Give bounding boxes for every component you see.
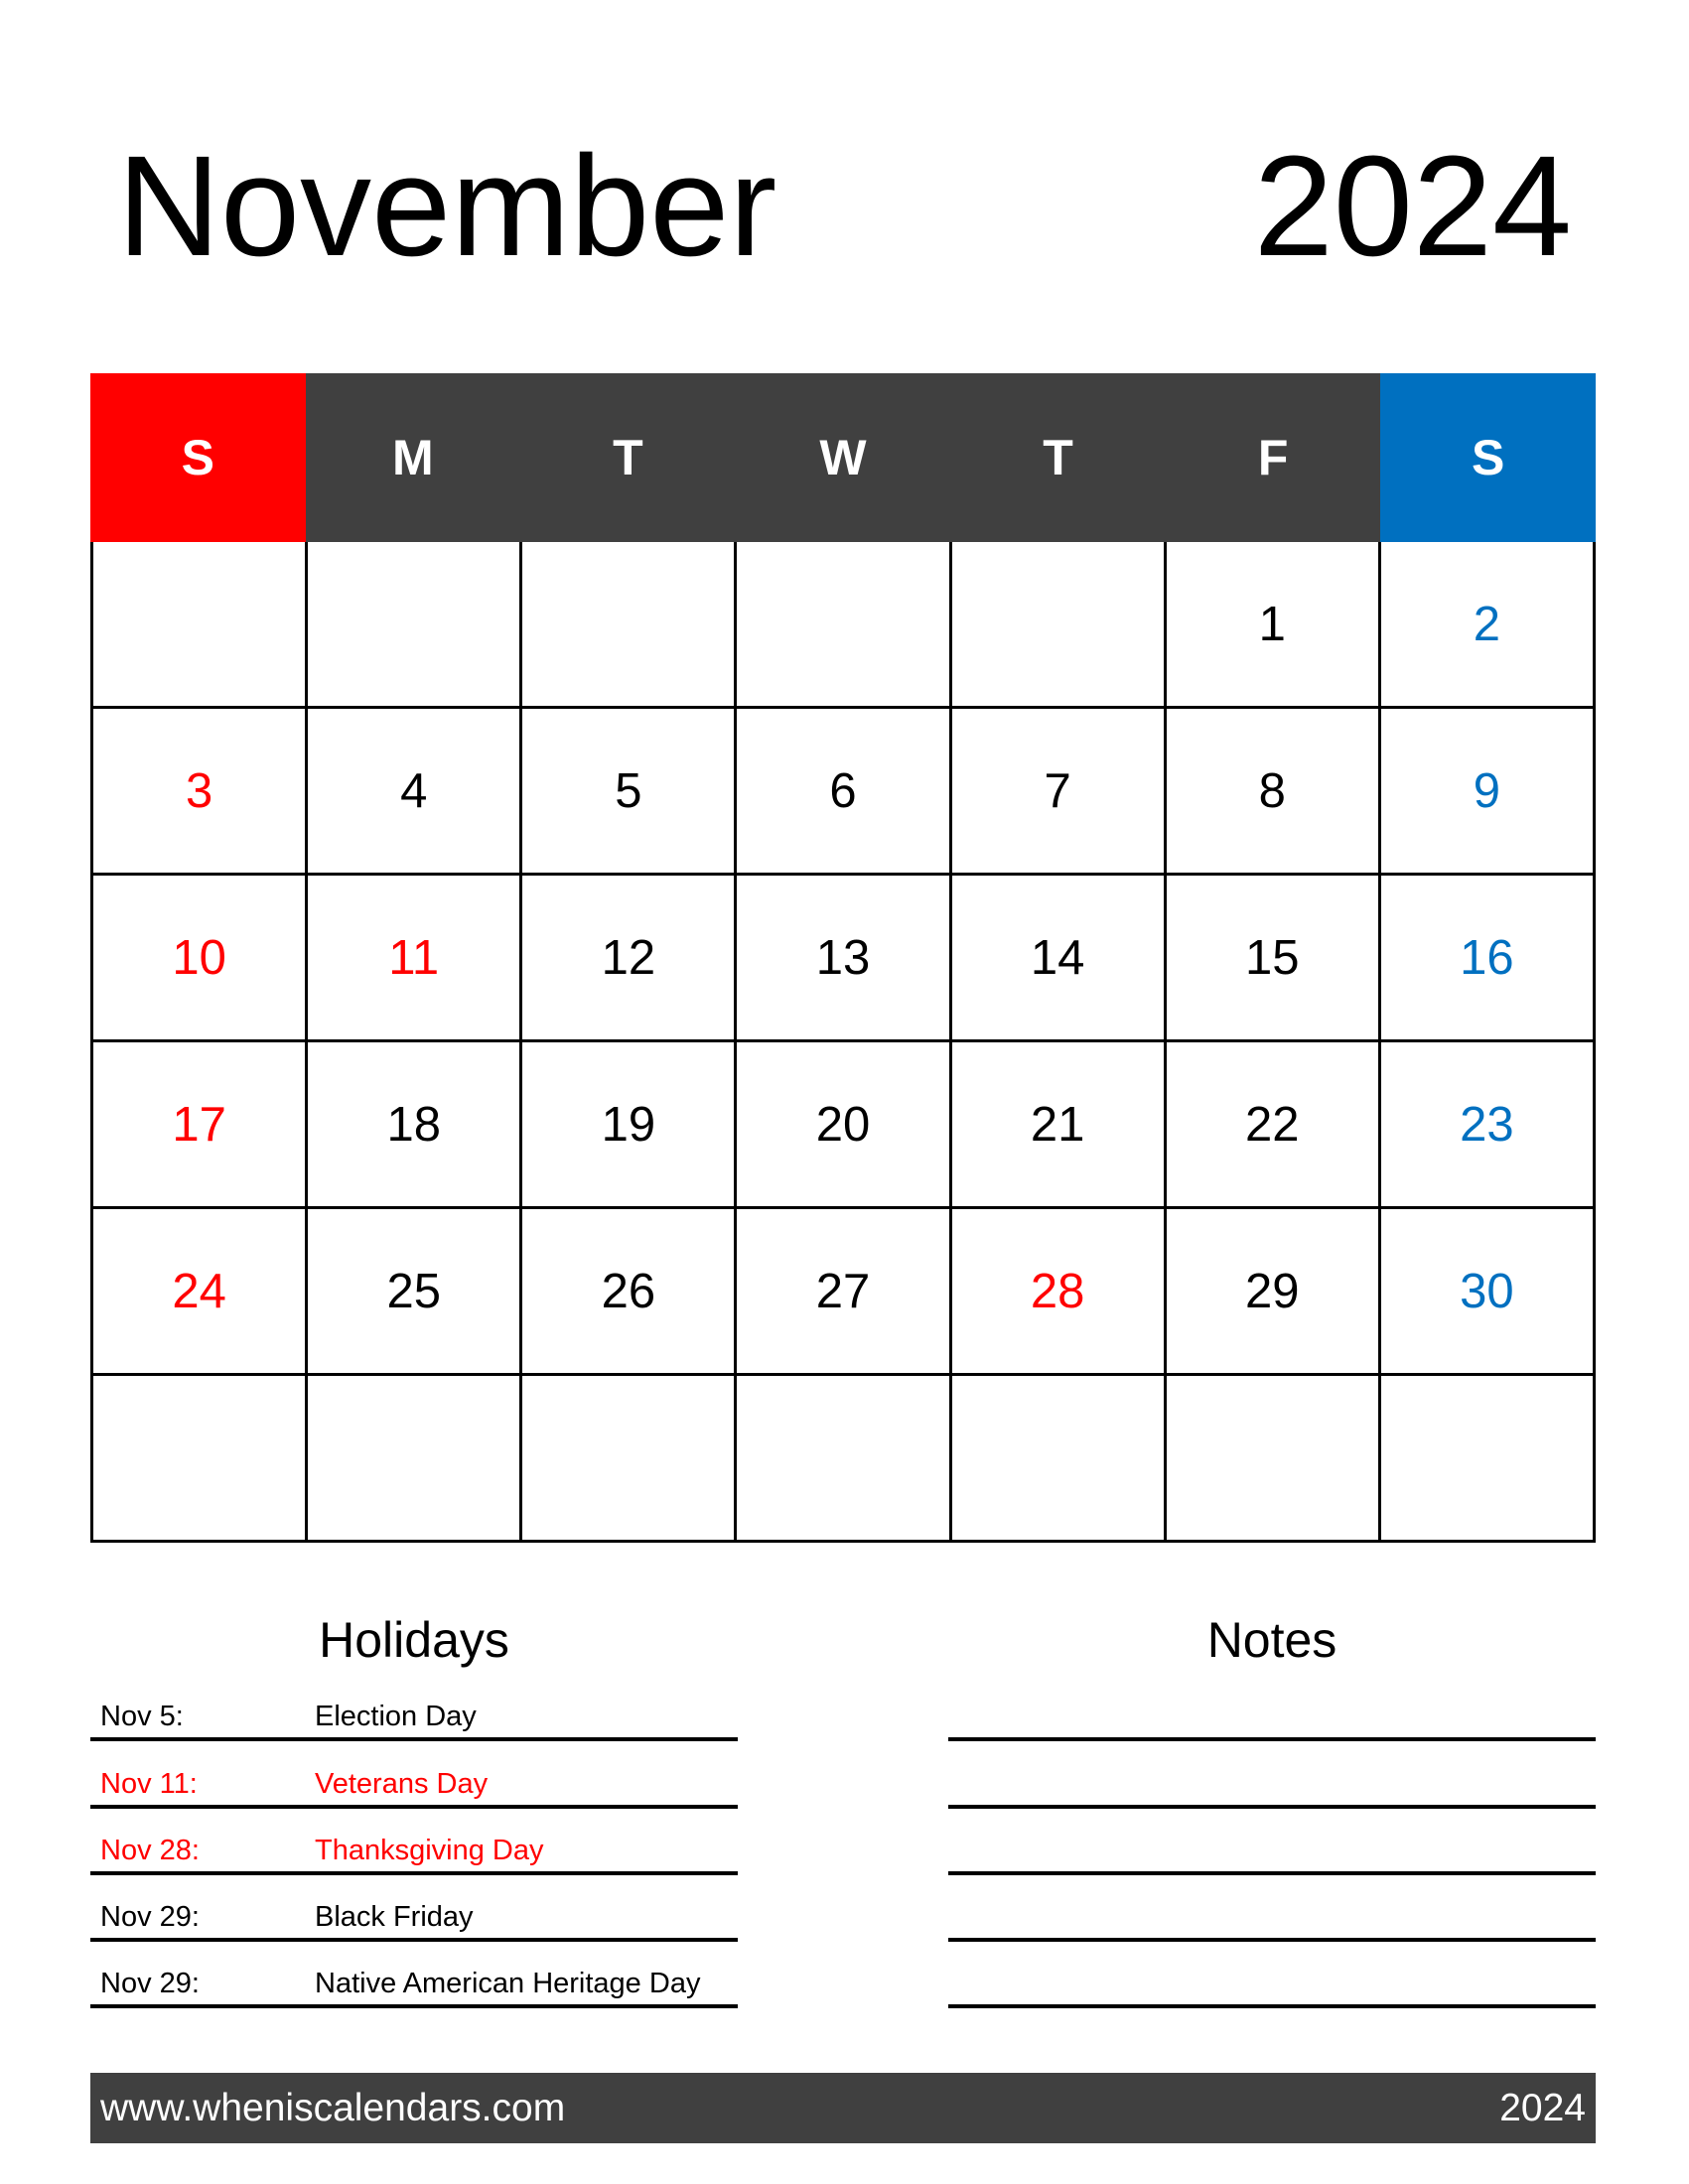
note-line[interactable] bbox=[948, 1942, 1596, 2009]
holiday-name: Black Friday bbox=[315, 1901, 474, 1934]
notes-title: Notes bbox=[1206, 1612, 1337, 1668]
day-cell-8[interactable]: 8 bbox=[1166, 709, 1381, 876]
holiday-name: Veterans Day bbox=[315, 1767, 489, 1800]
holiday-row: Nov 5: Election Day bbox=[90, 1675, 738, 1742]
weekday-header-row: SMTWTFS bbox=[90, 373, 1596, 542]
weekday-header-3: W bbox=[735, 373, 951, 542]
empty-day-cell[interactable] bbox=[951, 542, 1167, 709]
holiday-date: Nov 29: bbox=[100, 1901, 200, 1934]
day-cell-14[interactable]: 14 bbox=[951, 876, 1167, 1042]
day-cell-24[interactable]: 24 bbox=[93, 1209, 309, 1376]
holiday-date: Nov 11: bbox=[100, 1767, 198, 1800]
empty-day-cell[interactable] bbox=[1380, 1376, 1596, 1543]
holiday-row: Nov 29: Black Friday bbox=[90, 1875, 738, 1943]
weekday-header-2: T bbox=[520, 373, 736, 542]
note-line[interactable] bbox=[948, 1741, 1596, 1809]
holiday-date: Nov 5: bbox=[100, 1701, 184, 1733]
day-cell-6[interactable]: 6 bbox=[737, 709, 952, 876]
holiday-name: Native American Heritage Day bbox=[315, 1968, 701, 2000]
weekday-header-5: F bbox=[1165, 373, 1381, 542]
note-line[interactable] bbox=[948, 1809, 1596, 1875]
day-cell-22[interactable]: 22 bbox=[1166, 1042, 1381, 1209]
day-cell-20[interactable]: 20 bbox=[737, 1042, 952, 1209]
footer-year: 2024 bbox=[1499, 2086, 1586, 2129]
day-cell-1[interactable]: 1 bbox=[1166, 542, 1381, 709]
day-cell-21[interactable]: 21 bbox=[951, 1042, 1167, 1209]
day-cell-28[interactable]: 28 bbox=[951, 1209, 1167, 1376]
day-cell-17[interactable]: 17 bbox=[93, 1042, 309, 1209]
year-title: 2024 bbox=[1253, 126, 1572, 286]
day-cell-7[interactable]: 7 bbox=[951, 709, 1167, 876]
empty-day-cell[interactable] bbox=[522, 1376, 738, 1543]
holiday-date: Nov 29: bbox=[100, 1968, 200, 2000]
day-cell-5[interactable]: 5 bbox=[522, 709, 738, 876]
empty-day-cell[interactable] bbox=[308, 542, 523, 709]
empty-day-cell[interactable] bbox=[737, 1376, 952, 1543]
holidays-title: Holidays bbox=[319, 1612, 509, 1668]
day-cell-27[interactable]: 27 bbox=[737, 1209, 952, 1376]
note-line[interactable] bbox=[948, 1875, 1596, 1943]
day-cell-15[interactable]: 15 bbox=[1166, 876, 1381, 1042]
day-cell-29[interactable]: 29 bbox=[1166, 1209, 1381, 1376]
empty-day-cell[interactable] bbox=[522, 542, 738, 709]
empty-day-cell[interactable] bbox=[1166, 1376, 1381, 1543]
weekday-header-1: M bbox=[305, 373, 521, 542]
day-cell-25[interactable]: 25 bbox=[308, 1209, 523, 1376]
day-cell-19[interactable]: 19 bbox=[522, 1042, 738, 1209]
holiday-row: Nov 11: Veterans Day bbox=[90, 1741, 738, 1809]
empty-day-cell[interactable] bbox=[737, 542, 952, 709]
day-cell-3[interactable]: 3 bbox=[93, 709, 309, 876]
footer-website[interactable]: www.wheniscalendars.com bbox=[100, 2087, 565, 2130]
weekday-header-6: S bbox=[1380, 373, 1596, 542]
day-cell-12[interactable]: 12 bbox=[522, 876, 738, 1042]
note-line[interactable] bbox=[948, 1675, 1596, 1742]
day-cell-16[interactable]: 16 bbox=[1380, 876, 1596, 1042]
day-cell-23[interactable]: 23 bbox=[1380, 1042, 1596, 1209]
empty-day-cell[interactable] bbox=[951, 1376, 1167, 1543]
holiday-date: Nov 28: bbox=[100, 1834, 200, 1866]
notes-list bbox=[948, 1675, 1596, 2009]
weekday-header-0: S bbox=[90, 373, 306, 542]
empty-day-cell[interactable] bbox=[308, 1376, 523, 1543]
holiday-name: Election Day bbox=[315, 1701, 477, 1733]
holiday-name: Thanksgiving Day bbox=[315, 1834, 544, 1866]
weekday-header-4: T bbox=[950, 373, 1166, 542]
day-cell-30[interactable]: 30 bbox=[1380, 1209, 1596, 1376]
day-cell-9[interactable]: 9 bbox=[1380, 709, 1596, 876]
day-cell-26[interactable]: 26 bbox=[522, 1209, 738, 1376]
empty-day-cell[interactable] bbox=[93, 542, 309, 709]
footer-bar: www.wheniscalendars.com 2024 bbox=[90, 2073, 1596, 2143]
day-cell-2[interactable]: 2 bbox=[1380, 542, 1596, 709]
holiday-row: Nov 28: Thanksgiving Day bbox=[90, 1809, 738, 1875]
empty-day-cell[interactable] bbox=[93, 1376, 309, 1543]
holiday-row: Nov 29: Native American Heritage Day bbox=[90, 1942, 738, 2009]
holiday-list: Nov 5: Election Day Nov 11: Veterans Day Nov… bbox=[90, 1675, 738, 2009]
month-title: November bbox=[117, 126, 777, 286]
day-grid: 1 2 3 4 5 6 7 8 9 10 11 12 13 14 15 16 17 18 19 20 21 22 23 24 2… bbox=[90, 542, 1596, 1543]
day-cell-10[interactable]: 10 bbox=[93, 876, 309, 1042]
day-cell-18[interactable]: 18 bbox=[308, 1042, 523, 1209]
day-cell-11[interactable]: 11 bbox=[308, 876, 523, 1042]
day-cell-4[interactable]: 4 bbox=[308, 709, 523, 876]
calendar-grid: SMTWTFS 1 2 3 4 5 6 7 8 9 10 11 12 13 14 15 16 17 18 19 20 2… bbox=[90, 373, 1596, 1543]
day-cell-13[interactable]: 13 bbox=[737, 876, 952, 1042]
